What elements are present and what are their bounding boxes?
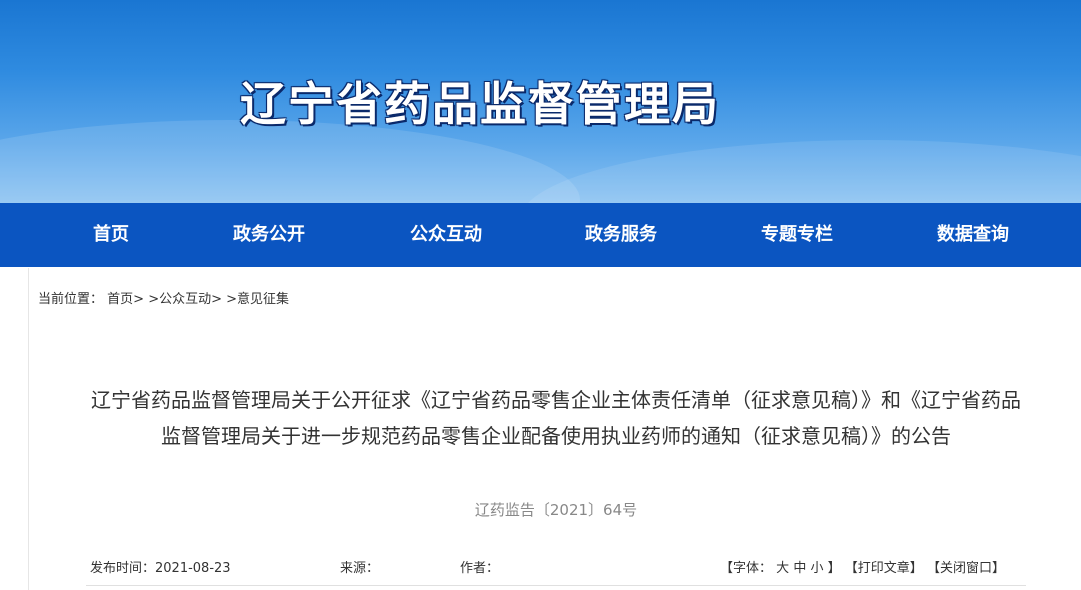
- main-nav: 首页 政务公开 公众互动 政务服务 专题专栏 数据查询: [0, 203, 1081, 267]
- source-label: 来源：: [340, 561, 380, 576]
- font-medium-button[interactable]: 中: [793, 561, 806, 576]
- document-number: 辽药监告〔2021〕64号: [474, 501, 638, 519]
- content-border: [28, 268, 29, 590]
- article-title: 辽宁省药品监督管理局关于公开征求《辽宁省药品零售企业主体责任清单（征求意见稿）》…: [91, 388, 1021, 448]
- close-window-button[interactable]: 【关闭窗口】: [927, 561, 1005, 576]
- author: 作者：: [460, 558, 499, 580]
- breadcrumb-home-link[interactable]: 首页: [107, 292, 133, 307]
- breadcrumb-current-link[interactable]: 意见征集: [237, 292, 289, 307]
- source: 来源：: [340, 558, 379, 580]
- nav-item-public-interaction[interactable]: 公众互动: [410, 203, 482, 267]
- author-label: 作者：: [460, 561, 500, 576]
- site-title: 辽宁省药品监督管理局: [240, 77, 720, 131]
- font-size-close: 】: [827, 561, 841, 576]
- font-large-button[interactable]: 大: [776, 561, 789, 576]
- nav-item-government-services[interactable]: 政务服务: [585, 203, 657, 267]
- publish-date-label: 发布时间：: [90, 561, 156, 576]
- breadcrumb-separator: > >: [211, 292, 238, 307]
- breadcrumb-separator: > >: [133, 292, 160, 307]
- breadcrumb-prefix: 当前位置：: [38, 292, 104, 307]
- font-small-button[interactable]: 小: [810, 561, 823, 576]
- print-article-button[interactable]: 【打印文章】: [845, 561, 923, 576]
- nav-item-government-affairs[interactable]: 政务公开: [233, 203, 305, 267]
- font-size-label: 【字体：: [720, 561, 773, 576]
- publish-date: 发布时间：2021-08-23: [90, 558, 231, 580]
- nav-item-data-query[interactable]: 数据查询: [937, 203, 1009, 267]
- nav-item-home[interactable]: 首页: [93, 203, 129, 267]
- breadcrumb-section-link[interactable]: 公众互动: [159, 292, 211, 307]
- nav-item-special-topics[interactable]: 专题专栏: [761, 203, 833, 267]
- header-banner: 辽宁省药品监督管理局: [0, 0, 1081, 203]
- banner-decoration: [520, 140, 1081, 203]
- article-tools: 【字体： 大 中 小 】 【打印文章】 【关闭窗口】: [720, 558, 1005, 580]
- publish-date-value: 2021-08-23: [155, 561, 231, 576]
- breadcrumb: 当前位置： 首页> >公众互动> >意见征集: [38, 290, 289, 310]
- divider: [86, 585, 1026, 586]
